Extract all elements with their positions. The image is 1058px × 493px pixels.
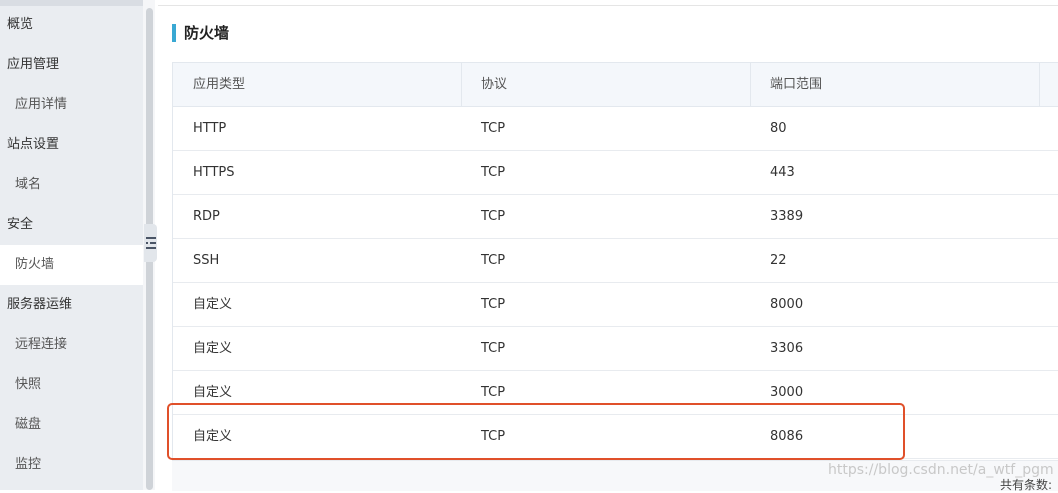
cell-protocol: TCP (481, 165, 506, 180)
sidebar-item-app-management[interactable]: 应用管理 (0, 45, 143, 85)
cell-port-range: 8000 (770, 297, 804, 312)
sidebar-item-server-ops[interactable]: 服务器运维 (0, 285, 143, 325)
cell-app-type: HTTPS (193, 165, 235, 180)
highlight-annotation-box (167, 403, 905, 460)
cell-port-range: 22 (770, 253, 787, 268)
cell-app-type: SSH (193, 253, 220, 268)
title-accent-bar (172, 24, 176, 42)
total-count-label: 共有条数: (1000, 478, 1053, 492)
sidebar-item-domain[interactable]: 域名 (0, 165, 143, 205)
collapse-menu-icon (146, 237, 156, 249)
sidebar-item-firewall[interactable]: 防火墙 (0, 245, 143, 285)
cell-port-range: 80 (770, 121, 787, 136)
sidebar-collapse-button[interactable] (144, 224, 157, 262)
table-row: 自定义 TCP 8000 (173, 283, 1058, 327)
cell-protocol: TCP (481, 121, 506, 136)
table-row: RDP TCP 3389 (173, 195, 1058, 239)
table-row: 自定义 TCP 3306 (173, 327, 1058, 371)
sidebar: 概览 应用管理 应用详情 站点设置 域名 安全 防火墙 服务器运维 远程连接 快… (0, 0, 143, 490)
table-row: SSH TCP 22 (173, 239, 1058, 283)
cell-protocol: TCP (481, 341, 506, 356)
cell-protocol: TCP (481, 297, 506, 312)
sidebar-item-security[interactable]: 安全 (0, 205, 143, 245)
cell-app-type: RDP (193, 209, 220, 224)
cell-port-range: 3306 (770, 341, 804, 356)
cell-port-range: 3389 (770, 209, 804, 224)
column-divider (461, 63, 462, 106)
page-title: 防火墙 (184, 24, 230, 42)
cell-port-range: 443 (770, 165, 795, 180)
cell-app-type: HTTP (193, 121, 227, 136)
cell-app-type: 自定义 (193, 297, 233, 312)
column-header-port-range: 端口范围 (770, 77, 823, 92)
sidebar-item-monitoring[interactable]: 监控 (0, 445, 143, 485)
column-header-protocol: 协议 (481, 77, 508, 92)
table-row: HTTP TCP 80 (173, 107, 1058, 151)
column-header-app-type: 应用类型 (193, 77, 246, 92)
table-header: 应用类型 协议 端口范围 (173, 63, 1058, 107)
cell-protocol: TCP (481, 253, 506, 268)
sidebar-item-app-details[interactable]: 应用详情 (0, 85, 143, 125)
top-divider (158, 5, 1058, 6)
cell-app-type: 自定义 (193, 341, 233, 356)
sidebar-item-snapshot[interactable]: 快照 (0, 365, 143, 405)
column-divider (750, 63, 751, 106)
firewall-table: 应用类型 协议 端口范围 HTTP TCP 80 HTTPS TCP 443 R… (172, 62, 1058, 459)
sidebar-item-remote-connection[interactable]: 远程连接 (0, 325, 143, 365)
cell-protocol: TCP (481, 209, 506, 224)
sidebar-item-overview[interactable]: 概览 (0, 5, 143, 45)
table-row: HTTPS TCP 443 (173, 151, 1058, 195)
sidebar-item-disk[interactable]: 磁盘 (0, 405, 143, 445)
column-divider (1039, 63, 1040, 106)
sidebar-item-site-settings[interactable]: 站点设置 (0, 125, 143, 165)
